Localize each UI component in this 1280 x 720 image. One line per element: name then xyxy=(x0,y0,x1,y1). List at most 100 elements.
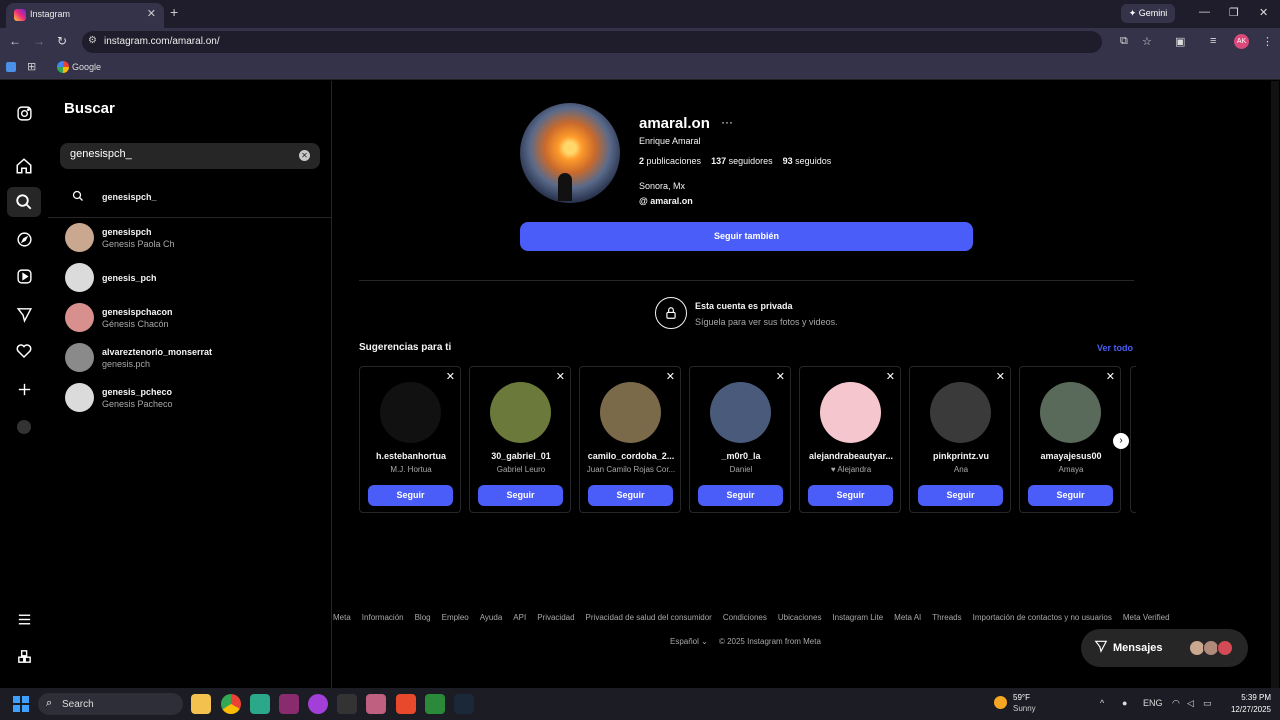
explore-icon[interactable] xyxy=(12,227,36,251)
reload-icon[interactable]: ↻ xyxy=(57,34,67,48)
footer-link[interactable]: Información xyxy=(362,613,404,622)
create-icon[interactable] xyxy=(12,377,36,401)
threads-link[interactable]: @ amaral.on xyxy=(639,196,693,206)
bookmark-google[interactable]: Google xyxy=(72,62,101,72)
install-app-icon[interactable]: ⧉ xyxy=(1120,35,1128,48)
follow-button[interactable]: Seguir xyxy=(698,485,783,506)
dismiss-icon[interactable]: ✕ xyxy=(1106,370,1115,383)
notifications-icon[interactable] xyxy=(12,339,36,363)
follow-button[interactable]: Seguir xyxy=(1028,485,1113,506)
browser-profile-avatar[interactable]: AK xyxy=(1234,34,1249,49)
suggestion-card[interactable]: ✕ alejandrabeautyar... ♥ Alejandra Seguir xyxy=(799,366,901,513)
dismiss-icon[interactable]: ✕ xyxy=(666,370,675,383)
next-arrow-icon[interactable]: › xyxy=(1113,433,1129,449)
apps-grid-icon[interactable]: ⊞ xyxy=(27,60,36,73)
more-icon[interactable] xyxy=(12,644,36,668)
avatar[interactable] xyxy=(820,382,881,443)
back-icon[interactable]: ← xyxy=(9,34,21,48)
restore-icon[interactable]: ❐ xyxy=(1229,6,1239,19)
tray-overflow-icon[interactable]: ^ xyxy=(1100,698,1104,708)
footer-link[interactable]: Blog xyxy=(415,613,431,622)
follow-button[interactable]: Seguir xyxy=(588,485,673,506)
footer-link[interactable]: Privacidad de salud del consumidor xyxy=(586,613,712,622)
tab-close-icon[interactable]: ✕ xyxy=(147,7,156,20)
suggestion-card[interactable]: ✕ pinkprintz.vu Ana Seguir xyxy=(909,366,1011,513)
brave-icon[interactable] xyxy=(396,694,416,714)
search-input[interactable] xyxy=(70,148,290,160)
see-all-link[interactable]: Ver todo xyxy=(1097,343,1133,353)
profile-picture[interactable] xyxy=(520,103,620,203)
following-label[interactable]: seguidos xyxy=(793,156,831,166)
footer-link[interactable]: Empleo xyxy=(442,613,469,622)
suggestion-card[interactable]: ✕ _m0r0_la Daniel Seguir xyxy=(689,366,791,513)
following-count[interactable]: 93 xyxy=(783,156,793,166)
chrome-icon[interactable] xyxy=(221,694,241,714)
gemini-button[interactable]: ✦ Gemini xyxy=(1121,4,1175,23)
footer-link[interactable]: Privacidad xyxy=(537,613,574,622)
search-result[interactable]: alvareztenorio_monserrat genesis.pch xyxy=(48,340,332,376)
profile-icon[interactable] xyxy=(12,415,36,439)
taskbar-search[interactable]: ⌕ Search xyxy=(38,693,183,715)
spotify-icon[interactable] xyxy=(308,694,328,714)
suggestion-card[interactable]: ✕ 30_gabriel_01 Gabriel Leuro Seguir xyxy=(469,366,571,513)
suggestion-card[interactable]: ✕ h.estebanhortua M.J. Hortua Seguir xyxy=(359,366,461,513)
avatar[interactable] xyxy=(490,382,551,443)
footer-link[interactable]: Instagram Lite xyxy=(832,613,883,622)
footer-link[interactable]: Ubicaciones xyxy=(778,613,822,622)
avatar[interactable] xyxy=(1040,382,1101,443)
scrollbar[interactable] xyxy=(1271,81,1279,688)
footer-link[interactable]: Condiciones xyxy=(723,613,767,622)
messages-button[interactable]: Mensajes xyxy=(1081,629,1248,667)
avatar[interactable] xyxy=(600,382,661,443)
app-icon[interactable] xyxy=(250,694,270,714)
dismiss-icon[interactable]: ✕ xyxy=(996,370,1005,383)
search-icon[interactable] xyxy=(7,187,41,217)
footer-link[interactable]: API xyxy=(513,613,526,622)
search-query-row[interactable]: genesispch_ xyxy=(48,181,332,217)
search-result[interactable]: genesis_pcheco Genesis Pacheco xyxy=(48,380,332,416)
app-icon[interactable] xyxy=(337,694,357,714)
footer-link[interactable]: Ayuda xyxy=(480,613,503,622)
dismiss-icon[interactable]: ✕ xyxy=(886,370,895,383)
follow-back-button[interactable]: Seguir también xyxy=(520,222,973,251)
search-result[interactable]: genesispch Genesis Paola Ch xyxy=(48,220,332,256)
start-icon[interactable] xyxy=(13,696,29,712)
menu-icon[interactable] xyxy=(12,607,36,631)
microphone-icon[interactable]: ● xyxy=(1122,698,1127,708)
browser-tab[interactable]: Instagram ✕ xyxy=(6,3,164,28)
search-result[interactable]: genesis_pch xyxy=(48,260,332,296)
app-icon[interactable] xyxy=(425,694,445,714)
follow-button[interactable]: Seguir xyxy=(368,485,453,506)
avatar[interactable] xyxy=(930,382,991,443)
instagram-icon[interactable] xyxy=(12,101,36,125)
followers-count[interactable]: 137 xyxy=(711,156,726,166)
footer-link[interactable]: Threads xyxy=(932,613,961,622)
avatar[interactable] xyxy=(380,382,441,443)
app-icon[interactable] xyxy=(366,694,386,714)
address-bar[interactable]: ⚙ instagram.com/amaral.on/ xyxy=(82,31,1102,53)
battery-icon[interactable]: ▭ xyxy=(1203,698,1212,709)
suggestion-card[interactable]: ✕ amayajesus00 Amaya Seguir xyxy=(1019,366,1121,513)
more-options-icon[interactable]: ··· xyxy=(721,115,733,129)
home-icon[interactable] xyxy=(12,154,36,178)
search-result[interactable]: genesispchacon Génesis Chacón xyxy=(48,300,332,336)
footer-link[interactable]: Importación de contactos y no usuarios xyxy=(973,613,1112,622)
volume-icon[interactable]: ◁ xyxy=(1187,698,1194,709)
dismiss-icon[interactable]: ✕ xyxy=(446,370,455,383)
file-explorer-icon[interactable] xyxy=(191,694,211,714)
app-icon[interactable] xyxy=(279,694,299,714)
clock[interactable]: 5:39 PM 12/27/2025 xyxy=(1221,692,1271,716)
suggestion-card[interactable]: ✕ camilo_cordoba_2... Juan Camilo Rojas Co… xyxy=(579,366,681,513)
dismiss-icon[interactable]: ✕ xyxy=(776,370,785,383)
new-tab-button[interactable]: + xyxy=(170,4,178,20)
close-window-icon[interactable]: ✕ xyxy=(1259,6,1268,19)
follow-button[interactable]: Seguir xyxy=(918,485,1003,506)
reading-list-icon[interactable]: ≡ xyxy=(1210,35,1216,47)
bookmark-star-icon[interactable]: ☆ xyxy=(1142,35,1152,48)
minimize-icon[interactable]: — xyxy=(1199,6,1210,18)
follow-button[interactable]: Seguir xyxy=(478,485,563,506)
language-indicator[interactable]: ENG xyxy=(1143,698,1163,708)
dismiss-icon[interactable]: ✕ xyxy=(556,370,565,383)
avatar[interactable] xyxy=(710,382,771,443)
footer-link[interactable]: Meta AI xyxy=(894,613,921,622)
